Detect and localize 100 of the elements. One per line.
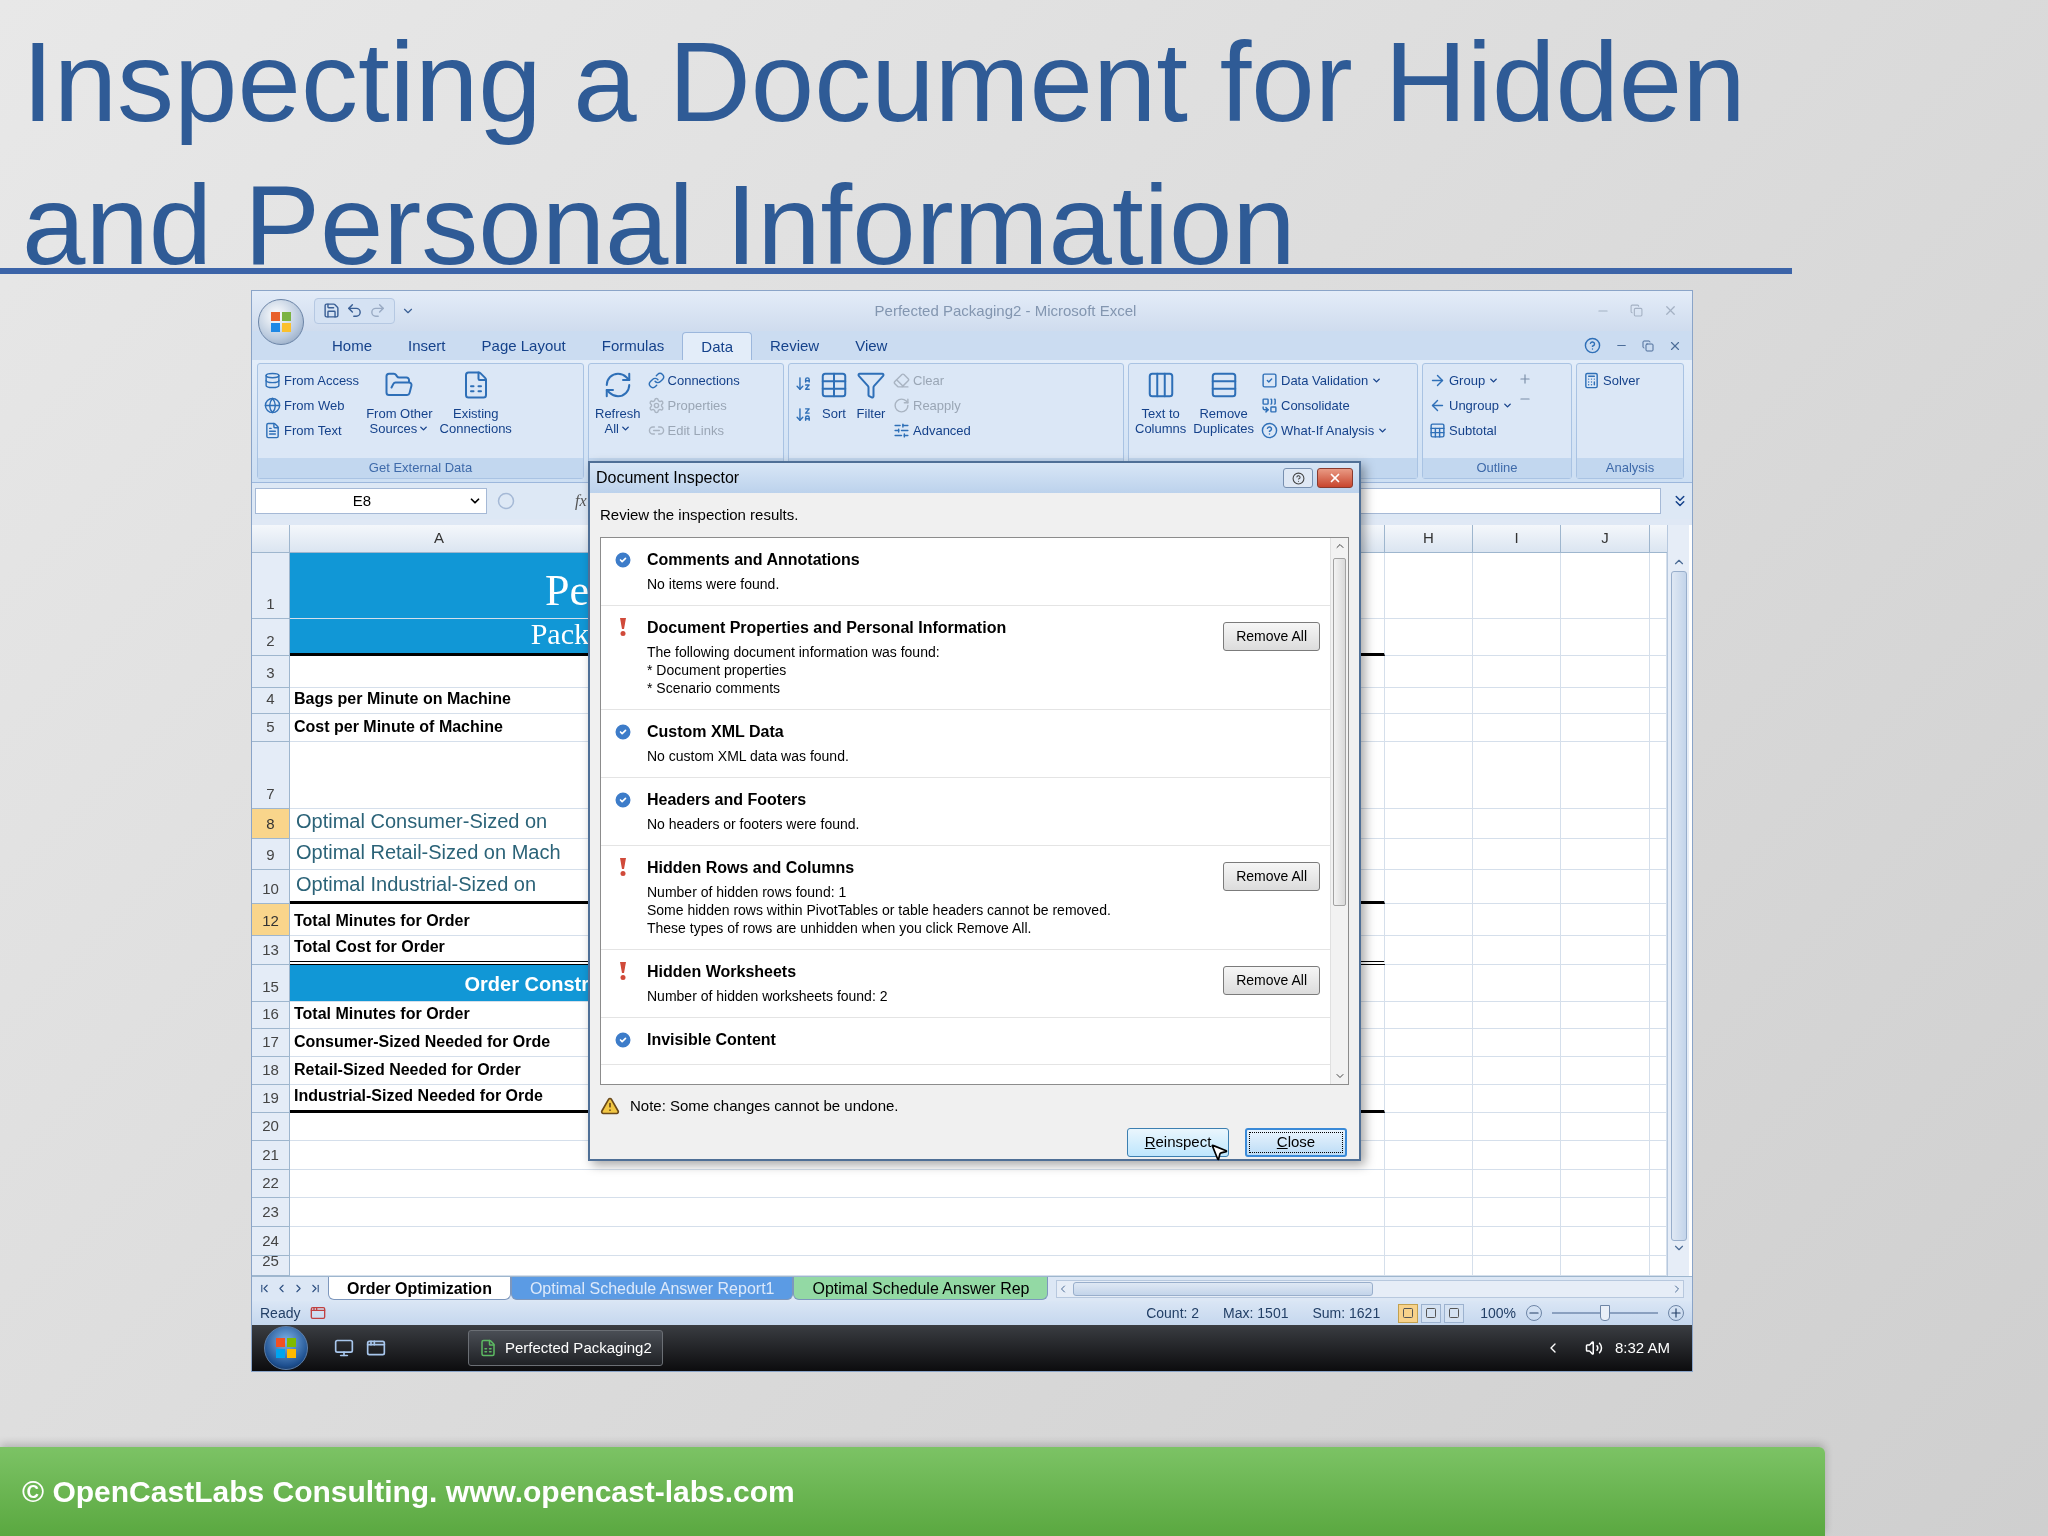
- vertical-scrollbar[interactable]: [1667, 524, 1689, 1276]
- help-icon[interactable]: [1584, 337, 1601, 355]
- ribbon-button[interactable]: Refresh All: [593, 368, 643, 437]
- scroll-thumb[interactable]: [1670, 570, 1687, 1241]
- switch-windows-icon[interactable]: [366, 1338, 386, 1359]
- scroll-thumb[interactable]: [1073, 1281, 1374, 1296]
- ribbon-tab[interactable]: Page Layout: [463, 332, 584, 361]
- ribbon-tab[interactable]: Formulas: [583, 332, 683, 361]
- dialog-button[interactable]: Reinspect: [1127, 1127, 1229, 1157]
- help-button[interactable]: [1283, 468, 1313, 488]
- gear-icon: [647, 396, 665, 414]
- show-desktop-icon[interactable]: [334, 1338, 354, 1359]
- taskbar-button[interactable]: Perfected Packaging2: [468, 1330, 663, 1367]
- row-header[interactable]: 18: [252, 1056, 290, 1085]
- column-header[interactable]: I: [1473, 524, 1561, 552]
- row-header[interactable]: 23: [252, 1197, 290, 1227]
- ribbon-button[interactable]: Remove Duplicates: [1191, 368, 1256, 437]
- result-title: Invisible Content: [647, 1030, 777, 1050]
- checkbox-icon: [1261, 371, 1278, 389]
- row-header[interactable]: 20: [252, 1112, 290, 1141]
- dialog-instruction: Review the inspection results.: [600, 506, 799, 523]
- column-header[interactable]: H: [1385, 524, 1473, 552]
- ribbon-button[interactable]: Filter: [854, 368, 888, 422]
- ribbon-button[interactable]: From Other Sources: [364, 368, 435, 437]
- view-button[interactable]: [1444, 1303, 1465, 1323]
- remove-all-button[interactable]: Remove All: [1223, 622, 1320, 651]
- ribbon-button[interactable]: Group: [1427, 368, 1515, 393]
- volume-icon[interactable]: [1584, 1339, 1603, 1358]
- zoom-slider-thumb[interactable]: [1600, 1305, 1610, 1322]
- ribbon-tab[interactable]: Home: [314, 332, 390, 361]
- macro-record-icon[interactable]: [310, 1305, 327, 1322]
- column-header[interactable]: J: [1561, 524, 1650, 552]
- sheet-tab[interactable]: Optimal Schedule Answer Rep: [793, 1277, 1049, 1301]
- zoom-level[interactable]: 100%: [1480, 1302, 1516, 1324]
- ribbon-button[interactable]: From Access: [262, 368, 362, 393]
- ribbon-tab[interactable]: Insert: [390, 332, 464, 361]
- clock[interactable]: 8:32 AM: [1614, 1336, 1670, 1360]
- ribbon-button[interactable]: Connections: [645, 368, 742, 393]
- ribbon-button[interactable]: Consolidate: [1259, 393, 1391, 418]
- view-button[interactable]: [1398, 1303, 1419, 1323]
- row-header[interactable]: 12: [252, 903, 290, 936]
- ribbon-button[interactable]: Ungroup: [1427, 393, 1515, 418]
- ribbon-button[interactable]: Sort: [817, 368, 851, 422]
- dialog-button[interactable]: Close: [1245, 1127, 1347, 1157]
- row-header[interactable]: 15: [252, 964, 290, 1002]
- name-box[interactable]: E8: [255, 488, 487, 515]
- text-file-icon: [264, 421, 281, 439]
- row-header[interactable]: 7: [252, 741, 290, 809]
- row-header[interactable]: 24: [252, 1226, 290, 1256]
- view-button[interactable]: [1421, 1303, 1442, 1323]
- calculator-icon: [1583, 371, 1600, 389]
- restore-icon[interactable]: [1642, 339, 1654, 352]
- ribbon-button[interactable]: Data Validation: [1259, 368, 1391, 393]
- ribbon-group-label: Analysis: [1577, 458, 1683, 479]
- close-button[interactable]: [1317, 468, 1353, 488]
- ribbon-button[interactable]: From Web: [262, 393, 362, 418]
- remove-all-button[interactable]: Remove All: [1223, 862, 1320, 891]
- warning-note: Note: Some changes cannot be undone.: [630, 1096, 899, 1116]
- ribbon-button[interactable]: Advanced: [891, 418, 973, 443]
- row-header[interactable]: 10: [252, 869, 290, 904]
- row-header[interactable]: 16: [252, 1001, 290, 1029]
- undo-icon[interactable]: [346, 302, 363, 320]
- ribbon-button[interactable]: Text to Columns: [1133, 368, 1189, 437]
- row-header[interactable]: 22: [252, 1169, 290, 1198]
- result-details: The following document information was found: * Document properties * Scenario comments: [647, 643, 941, 697]
- row-header[interactable]: 25: [252, 1255, 290, 1276]
- ribbon-button[interactable]: What-If Analysis: [1259, 418, 1391, 443]
- start-button[interactable]: [264, 1326, 308, 1371]
- status-sum: Sum: 1621: [1312, 1303, 1381, 1323]
- list-scrollbar[interactable]: [1330, 538, 1348, 1084]
- row-header[interactable]: 13: [252, 935, 290, 965]
- save-icon[interactable]: [323, 302, 340, 320]
- scroll-thumb[interactable]: [1333, 558, 1346, 906]
- row-header[interactable]: 1: [252, 552, 290, 619]
- ribbon-button[interactable]: Subtotal: [1427, 418, 1515, 443]
- function-label[interactable]: fx: [575, 489, 587, 514]
- row-header[interactable]: 5: [252, 713, 290, 742]
- row-header[interactable]: 9: [252, 838, 290, 870]
- row-header[interactable]: 4: [252, 687, 290, 714]
- ribbon-button[interactable]: Solver: [1581, 368, 1642, 393]
- ribbon-tab[interactable]: View: [837, 332, 906, 361]
- rotate-icon: [893, 396, 910, 414]
- ribbon-tab[interactable]: Review: [752, 332, 838, 361]
- sheet-tab[interactable]: Order Optimization: [328, 1277, 511, 1301]
- warning-icon: [600, 1096, 620, 1117]
- horizontal-scrollbar[interactable]: [1056, 1279, 1684, 1298]
- row-header[interactable]: 19: [252, 1084, 290, 1113]
- row-header[interactable]: 2: [252, 618, 290, 656]
- result-details: Number of hidden worksheets found: 2: [647, 987, 889, 1005]
- row-header[interactable]: 3: [252, 655, 290, 688]
- result-title: Document Properties and Personal Information: [647, 618, 1008, 638]
- ribbon-tab[interactable]: Data: [682, 332, 752, 361]
- row-header[interactable]: 17: [252, 1028, 290, 1057]
- remove-all-button[interactable]: Remove All: [1223, 966, 1320, 995]
- result-title: Hidden Rows and Columns: [647, 858, 856, 878]
- row-header[interactable]: 8: [252, 808, 290, 839]
- office-logo-icon: [269, 310, 293, 334]
- ribbon-button[interactable]: Existing Connections: [437, 368, 514, 437]
- row-header[interactable]: 21: [252, 1140, 290, 1170]
- ribbon-button[interactable]: From Text: [262, 418, 362, 443]
